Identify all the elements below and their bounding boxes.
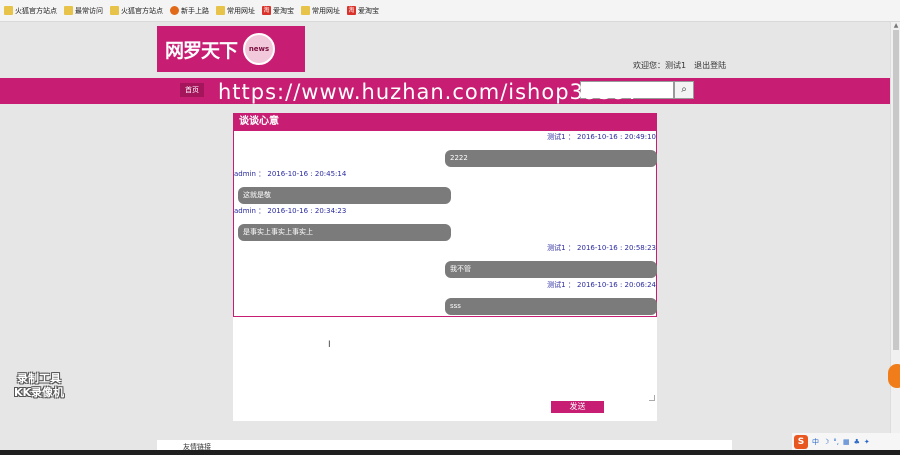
bookmarks-bar: 火狐官方站点 最常访问 火狐官方站点 新手上路 常用网址 淘爱淘宝 常用网址 淘… [0, 0, 900, 22]
bookmark-label: 最常访问 [75, 6, 103, 15]
bookmark-item[interactable]: 火狐官方站点 [110, 6, 163, 16]
skin-icon[interactable]: ♣ [854, 438, 860, 446]
send-button[interactable]: 发送 [551, 401, 604, 413]
moon-icon[interactable]: ☽ [823, 438, 829, 446]
user-welcome: 欢迎您：测试1 退出登陆 [633, 60, 734, 71]
taobao-icon: 淘 [347, 6, 356, 15]
folder-icon [301, 6, 310, 15]
bookmark-label: 爱淘宝 [358, 6, 379, 15]
bookmark-label: 爱淘宝 [273, 6, 294, 15]
bookmark-item[interactable]: 新手上路 [170, 6, 209, 16]
message-bubble: 2222 [445, 150, 657, 167]
bookmark-label: 常用网址 [312, 6, 340, 15]
nav-links: 首页 [180, 83, 218, 97]
scrollbar-thumb[interactable] [893, 30, 899, 350]
message-meta: 测试1 ： 2016-10-16 : 20:58:23 [547, 244, 656, 252]
message-bubble: 这就是敬 [238, 187, 451, 204]
message-list[interactable]: 测试1 ： 2016-10-16 : 20:49:10 2222 admin ：… [233, 131, 657, 317]
recorder-line2: KK录像机 [14, 386, 65, 399]
punctuation-icon[interactable]: °, [833, 438, 839, 446]
folder-icon [216, 6, 225, 15]
recorder-watermark: 录制工具 KK录像机 [14, 372, 64, 400]
welcome-text: 欢迎您：测试1 [633, 61, 687, 70]
bookmark-label: 火狐官方站点 [15, 6, 57, 15]
bookmark-label: 火狐官方站点 [121, 6, 163, 15]
search-button[interactable]: ⌕ [674, 81, 694, 99]
bookmark-item[interactable]: 火狐官方站点 [4, 6, 57, 16]
scroll-up-icon[interactable]: ▲ [892, 22, 900, 29]
taobao-icon: 淘 [262, 6, 271, 15]
message-meta: 测试1 ： 2016-10-16 : 20:49:10 [547, 133, 656, 141]
os-taskbar [0, 450, 900, 455]
resize-handle-icon[interactable] [649, 395, 655, 401]
message-input[interactable]: I 发送 [233, 318, 657, 421]
message-bubble: 是事实上事实上事实上 [238, 224, 451, 241]
bookmark-item[interactable]: 最常访问 [64, 6, 103, 16]
message-bubble: sss [445, 298, 657, 315]
bookmark-label: 常用网址 [227, 6, 255, 15]
folder-icon [4, 6, 13, 15]
settings-icon[interactable]: ✦ [864, 438, 870, 446]
site-logo[interactable]: 网罗天下 news [157, 26, 305, 72]
news-badge-icon: news [243, 33, 276, 65]
magnifier-icon: ⌕ [681, 84, 687, 95]
bookmark-item[interactable]: 常用网址 [301, 6, 340, 16]
chat-panel: 谈谈心意 测试1 ： 2016-10-16 : 20:49:10 2222 ad… [233, 113, 657, 421]
recorder-line1: 录制工具 [17, 372, 62, 385]
folder-icon [64, 6, 73, 15]
logout-link[interactable]: 退出登陆 [694, 61, 726, 70]
ime-lang-toggle[interactable]: 中 [812, 437, 819, 447]
page-scrollbar[interactable]: ▲ [890, 22, 900, 455]
floating-widget-icon[interactable] [888, 364, 900, 388]
main-navbar: 首页 ⌕ [0, 78, 890, 104]
bookmark-item[interactable]: 淘爱淘宝 [262, 6, 294, 16]
nav-item-home[interactable]: 首页 [180, 83, 204, 97]
bookmark-item[interactable]: 常用网址 [216, 6, 255, 16]
firefox-icon [170, 6, 179, 15]
text-cursor-icon: I [328, 340, 331, 350]
logo-brand-text: 网罗天下 [165, 39, 238, 62]
message-meta: admin ： 2016-10-16 : 20:34:23 [234, 207, 347, 215]
chat-panel-title: 谈谈心意 [233, 113, 657, 131]
folder-icon [110, 6, 119, 15]
message-meta: 测试1 ： 2016-10-16 : 20:06:24 [547, 281, 656, 289]
sogou-logo-icon[interactable]: S [794, 434, 808, 449]
keyboard-icon[interactable]: ▦ [843, 438, 850, 446]
bookmark-label: 新手上路 [181, 6, 209, 15]
search-input[interactable] [580, 81, 674, 99]
message-bubble: 我不管 [445, 261, 657, 278]
bookmark-item[interactable]: 淘爱淘宝 [347, 6, 379, 16]
ime-toolbar[interactable]: S 中 ☽ °, ▦ ♣ ✦ [792, 433, 900, 450]
message-meta: admin ： 2016-10-16 : 20:45:14 [234, 170, 347, 178]
